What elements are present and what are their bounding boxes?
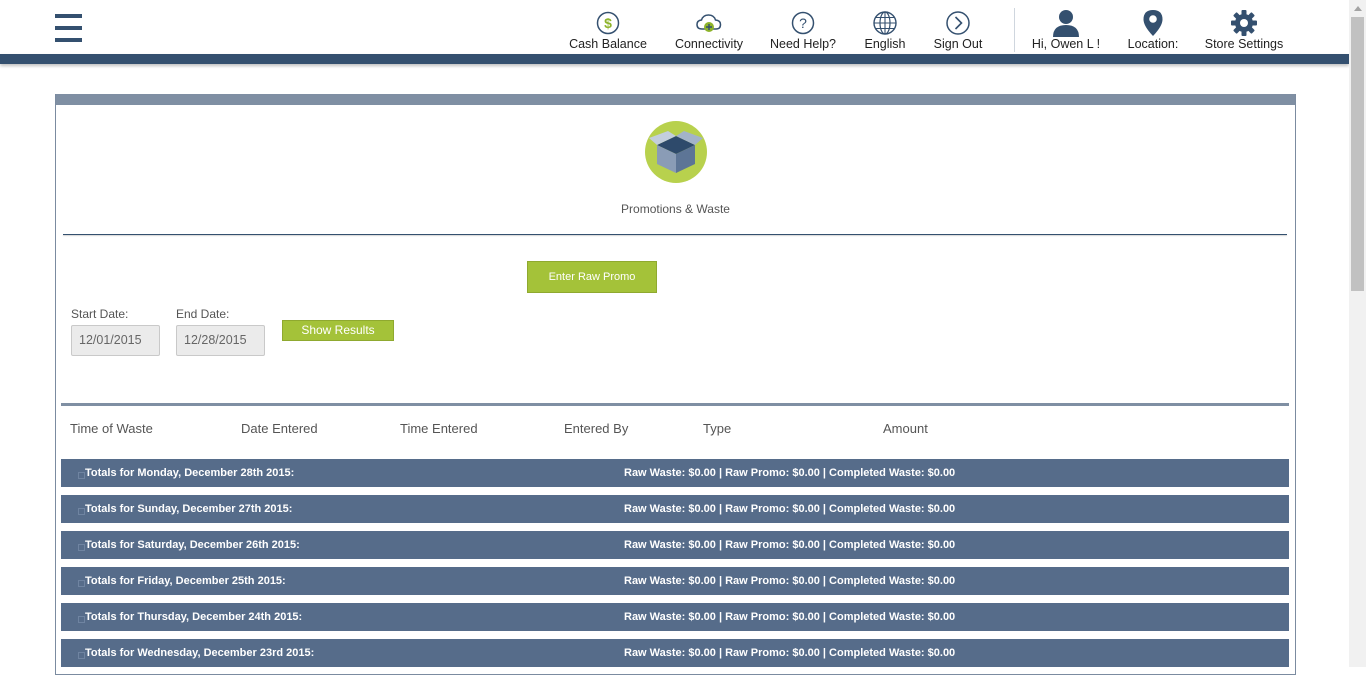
end-date-label: End Date: (176, 307, 230, 321)
totals-summary: Raw Waste: $0.00 | Raw Promo: $0.00 | Co… (624, 611, 956, 623)
page-title: Promotions & Waste (621, 202, 730, 216)
nav-label: Connectivity (674, 37, 744, 51)
nav-label: Store Settings (1204, 37, 1284, 51)
gear-icon (1202, 8, 1286, 38)
nav-location[interactable]: Location: (1124, 8, 1182, 52)
totals-label: Totals for Friday, December 25th 2015: (85, 575, 286, 587)
globe-icon (860, 8, 910, 38)
column-header-time-of-waste: Time of Waste (70, 421, 153, 436)
expand-toggle-icon[interactable] (78, 616, 85, 623)
expand-toggle-icon[interactable] (78, 508, 85, 515)
end-date-field[interactable]: 12/28/2015 (176, 325, 265, 356)
totals-label: Totals for Saturday, December 26th 2015: (85, 539, 300, 551)
expand-toggle-icon[interactable] (78, 544, 85, 551)
promotions-waste-panel: Promotions & Waste Enter Raw Promo Start… (55, 94, 1296, 675)
totals-label: Totals for Thursday, December 24th 2015: (85, 611, 303, 623)
start-date-field[interactable]: 12/01/2015 (71, 325, 160, 356)
divider (63, 234, 1287, 235)
expand-toggle-icon[interactable] (78, 472, 85, 479)
nav-label: Location: (1127, 37, 1179, 51)
totals-summary: Raw Waste: $0.00 | Raw Promo: $0.00 | Co… (624, 539, 956, 551)
column-header-amount: Amount (883, 421, 928, 436)
column-header-date-entered: Date Entered (241, 421, 318, 436)
daily-totals-row[interactable]: Totals for Saturday, December 26th 2015:… (61, 531, 1289, 559)
top-navigation-bar: $ Cash Balance Connectivity ? Need Help? (0, 0, 1349, 54)
totals-summary: Raw Waste: $0.00 | Raw Promo: $0.00 | Co… (624, 575, 956, 587)
totals-summary: Raw Waste: $0.00 | Raw Promo: $0.00 | Co… (624, 647, 956, 659)
user-icon (1028, 8, 1104, 38)
totals-label: Totals for Sunday, December 27th 2015: (85, 503, 293, 515)
daily-totals-row[interactable]: Totals for Friday, December 25th 2015: R… (61, 567, 1289, 595)
svg-text:?: ? (799, 15, 807, 31)
cloud-connect-icon (672, 8, 746, 38)
svg-text:$: $ (604, 15, 612, 31)
nav-need-help[interactable]: ? Need Help? (767, 8, 839, 52)
show-results-button[interactable]: Show Results (282, 320, 394, 341)
nav-label: Hi, Owen L ! (1031, 37, 1101, 51)
hamburger-menu-icon[interactable] (55, 14, 82, 42)
scroll-thumb[interactable] (1351, 17, 1364, 291)
nav-language[interactable]: English (860, 8, 910, 52)
start-date-label: Start Date: (71, 307, 129, 321)
header-stripe (0, 54, 1349, 64)
table-divider (61, 403, 1289, 406)
box-icon (644, 120, 708, 184)
totals-summary: Raw Waste: $0.00 | Raw Promo: $0.00 | Co… (624, 467, 956, 479)
nav-label: Sign Out (933, 37, 983, 51)
nav-connectivity[interactable]: Connectivity (672, 8, 746, 52)
nav-sign-out[interactable]: Sign Out (930, 8, 986, 52)
totals-summary: Raw Waste: $0.00 | Raw Promo: $0.00 | Co… (624, 503, 956, 515)
daily-totals-row[interactable]: Totals for Thursday, December 24th 2015:… (61, 603, 1289, 631)
totals-label: Totals for Monday, December 28th 2015: (85, 467, 295, 479)
question-circle-icon: ? (767, 8, 839, 38)
expand-toggle-icon[interactable] (78, 652, 85, 659)
nav-label: Need Help? (769, 37, 836, 51)
nav-label: English (864, 37, 906, 51)
chevron-right-circle-icon (930, 8, 986, 38)
nav-divider (1014, 8, 1015, 52)
expand-toggle-icon[interactable] (78, 580, 85, 587)
dollar-circle-icon: $ (566, 8, 650, 38)
nav-cash-balance[interactable]: $ Cash Balance (566, 8, 650, 52)
daily-totals-row[interactable]: Totals for Wednesday, December 23rd 2015… (61, 639, 1289, 667)
panel-header-bar (56, 94, 1295, 105)
daily-totals-row[interactable]: Totals for Sunday, December 27th 2015: R… (61, 495, 1289, 523)
nav-user-greeting[interactable]: Hi, Owen L ! (1028, 8, 1104, 52)
totals-label: Totals for Wednesday, December 23rd 2015… (85, 647, 315, 659)
scroll-up-arrow-icon[interactable] (1349, 0, 1366, 17)
nav-store-settings[interactable]: Store Settings (1202, 8, 1286, 52)
column-header-type: Type (703, 421, 732, 436)
column-header-entered-by: Entered By (564, 421, 629, 436)
nav-label: Cash Balance (569, 37, 647, 51)
map-pin-icon (1124, 8, 1182, 38)
daily-totals-row[interactable]: Totals for Monday, December 28th 2015: R… (61, 459, 1289, 487)
column-header-time-entered: Time Entered (400, 421, 478, 436)
enter-raw-promo-button[interactable]: Enter Raw Promo (527, 261, 657, 293)
page-scrollbar[interactable] (1349, 0, 1366, 667)
